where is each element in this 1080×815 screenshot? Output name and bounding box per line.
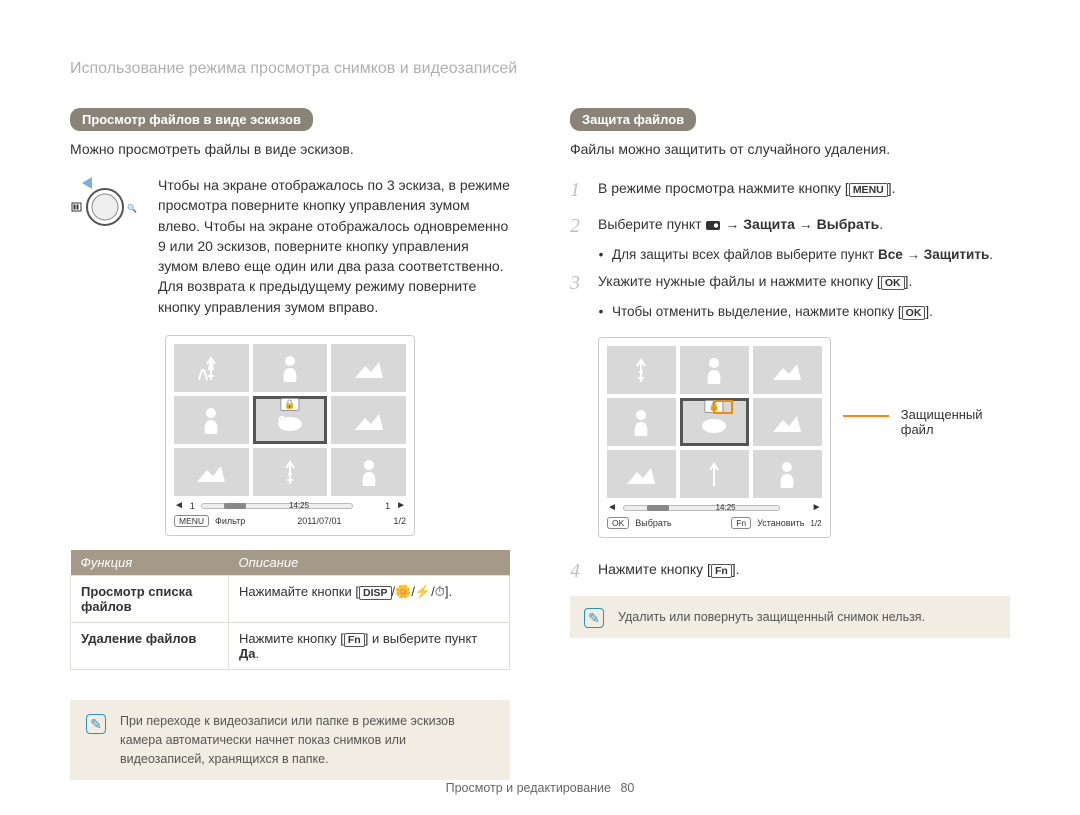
right-small-note: ✎ Удалить или повернуть защищенный снимо… xyxy=(570,596,1010,638)
table-header-function: Функция xyxy=(71,550,229,576)
arrow-left-icon: ◄ xyxy=(607,502,617,513)
thumb xyxy=(174,344,249,392)
thumb xyxy=(753,398,822,446)
row1-desc: Нажимайте кнопки [DISP/🌼/⚡/⏱]. xyxy=(229,576,510,623)
menu-key: MENU xyxy=(849,183,888,197)
ok-key: OK xyxy=(902,306,926,320)
step-2: 2 Выберите пункт → Защита → Выбрать. xyxy=(570,211,1010,241)
left-note-text: При переходе к видеозаписи или папке в р… xyxy=(120,712,494,768)
date-label: 2011/07/01 xyxy=(297,516,341,526)
page-number: 80 xyxy=(620,781,634,795)
thumb xyxy=(331,344,406,392)
step-1: 1 В режиме просмотра нажмите кнопку [MEN… xyxy=(570,175,1010,205)
left-column: Просмотр файлов в виде эскизов Можно про… xyxy=(70,108,510,780)
footer-section: Просмотр и редактирование xyxy=(446,781,611,795)
left-section-desc: Можно просмотреть файлы в виде эскизов. xyxy=(70,141,510,157)
thumb xyxy=(607,346,676,394)
thumb xyxy=(331,396,406,444)
bar-left-num: 1 xyxy=(190,501,195,511)
note-icon: ✎ xyxy=(584,608,604,628)
note-icon: ✎ xyxy=(86,714,106,734)
tools-icon xyxy=(705,218,721,232)
bar-time: 14:25 xyxy=(716,503,736,512)
thumb xyxy=(253,448,328,496)
arrow-right-icon: ► xyxy=(396,500,406,511)
callout-label: Защищенный файл xyxy=(901,407,1010,437)
fn-key-tag: Fn xyxy=(731,517,751,529)
thumb xyxy=(174,448,249,496)
thumb-selected: 🔒 xyxy=(253,396,328,444)
step-num: 3 xyxy=(570,268,588,298)
bar-time: 14:25 xyxy=(289,501,309,510)
bar-right-num: 1 xyxy=(385,501,390,511)
step-num: 1 xyxy=(570,175,588,205)
set-label: Установить xyxy=(757,518,804,528)
table-row: Просмотр списка файлов Нажимайте кнопки … xyxy=(71,576,510,623)
right-section-header: Защита файлов xyxy=(570,108,696,131)
table-header-description: Описание xyxy=(229,550,510,576)
scrollbar-track xyxy=(201,503,353,509)
step-3-sub: • Чтобы отменить выделение, нажмите кноп… xyxy=(570,304,1010,319)
select-label: Выбрать xyxy=(635,518,671,528)
right-screen-illustration: 🔒 ◄ 14:25 ► xyxy=(598,337,831,538)
fn-key: Fn xyxy=(344,633,365,647)
left-screen-illustration: 🔒 ◄ 1 14:25 1 ► MENU xyxy=(165,335,415,536)
thumb xyxy=(331,448,406,496)
callout-line xyxy=(843,415,889,417)
table-row: Удаление файлов Нажмите кнопку [Fn] и вы… xyxy=(71,623,510,670)
thumb xyxy=(253,344,328,392)
page-footer: Просмотр и редактирование 80 xyxy=(0,781,1080,795)
thumb xyxy=(753,346,822,394)
zoom-dial-icon: 🔍 xyxy=(70,175,140,317)
thumb xyxy=(174,396,249,444)
function-table: Функция Описание Просмотр списка файлов … xyxy=(70,550,510,670)
step-3: 3 Укажите нужные файлы и нажмите кнопку … xyxy=(570,268,1010,298)
left-section-header: Просмотр файлов в виде эскизов xyxy=(70,108,313,131)
ok-key-tag: OK xyxy=(607,517,629,529)
step-4: 4 Нажмите кнопку [Fn]. xyxy=(570,556,1010,586)
zoom-instruction-text: Чтобы на экране отображалось по 3 эскиза… xyxy=(158,175,510,317)
arrow-left-icon: ◄ xyxy=(174,500,184,511)
right-column: Защита файлов Файлы можно защитить от сл… xyxy=(570,108,1010,780)
thumb xyxy=(680,346,749,394)
callout-highlight-box xyxy=(713,400,733,414)
row1-label: Просмотр списка файлов xyxy=(71,576,229,623)
page-title: Использование режима просмотра снимков и… xyxy=(70,60,1010,78)
left-note-box: ✎ При переходе к видеозаписи или папке в… xyxy=(70,700,510,780)
thumb xyxy=(753,450,822,498)
row2-desc: Нажмите кнопку [Fn] и выберите пункт Да. xyxy=(229,623,510,670)
lock-icon: 🔒 xyxy=(280,398,299,411)
svg-text:🔍: 🔍 xyxy=(127,203,137,213)
scrollbar-track xyxy=(623,505,780,511)
filter-label: Фильтр xyxy=(215,516,245,526)
disp-key: DISP xyxy=(359,586,392,600)
set-num: 1/2 xyxy=(810,519,821,528)
right-section-desc: Файлы можно защитить от случайного удале… xyxy=(570,141,1010,157)
thumb xyxy=(607,398,676,446)
menu-key-tag: MENU xyxy=(174,515,209,527)
fn-key: Fn xyxy=(711,564,732,578)
thumb xyxy=(680,450,749,498)
row2-label: Удаление файлов xyxy=(71,623,229,670)
ok-key: OK xyxy=(881,276,905,290)
step-2-sub: • Для защиты всех файлов выберите пункт … xyxy=(570,247,1010,262)
small-note-text: Удалить или повернуть защищенный снимок … xyxy=(618,610,925,624)
thumb xyxy=(607,450,676,498)
step-num: 4 xyxy=(570,556,588,586)
count-label: 1/2 xyxy=(394,516,407,526)
step-num: 2 xyxy=(570,211,588,241)
arrow-right-icon: ► xyxy=(812,502,822,513)
